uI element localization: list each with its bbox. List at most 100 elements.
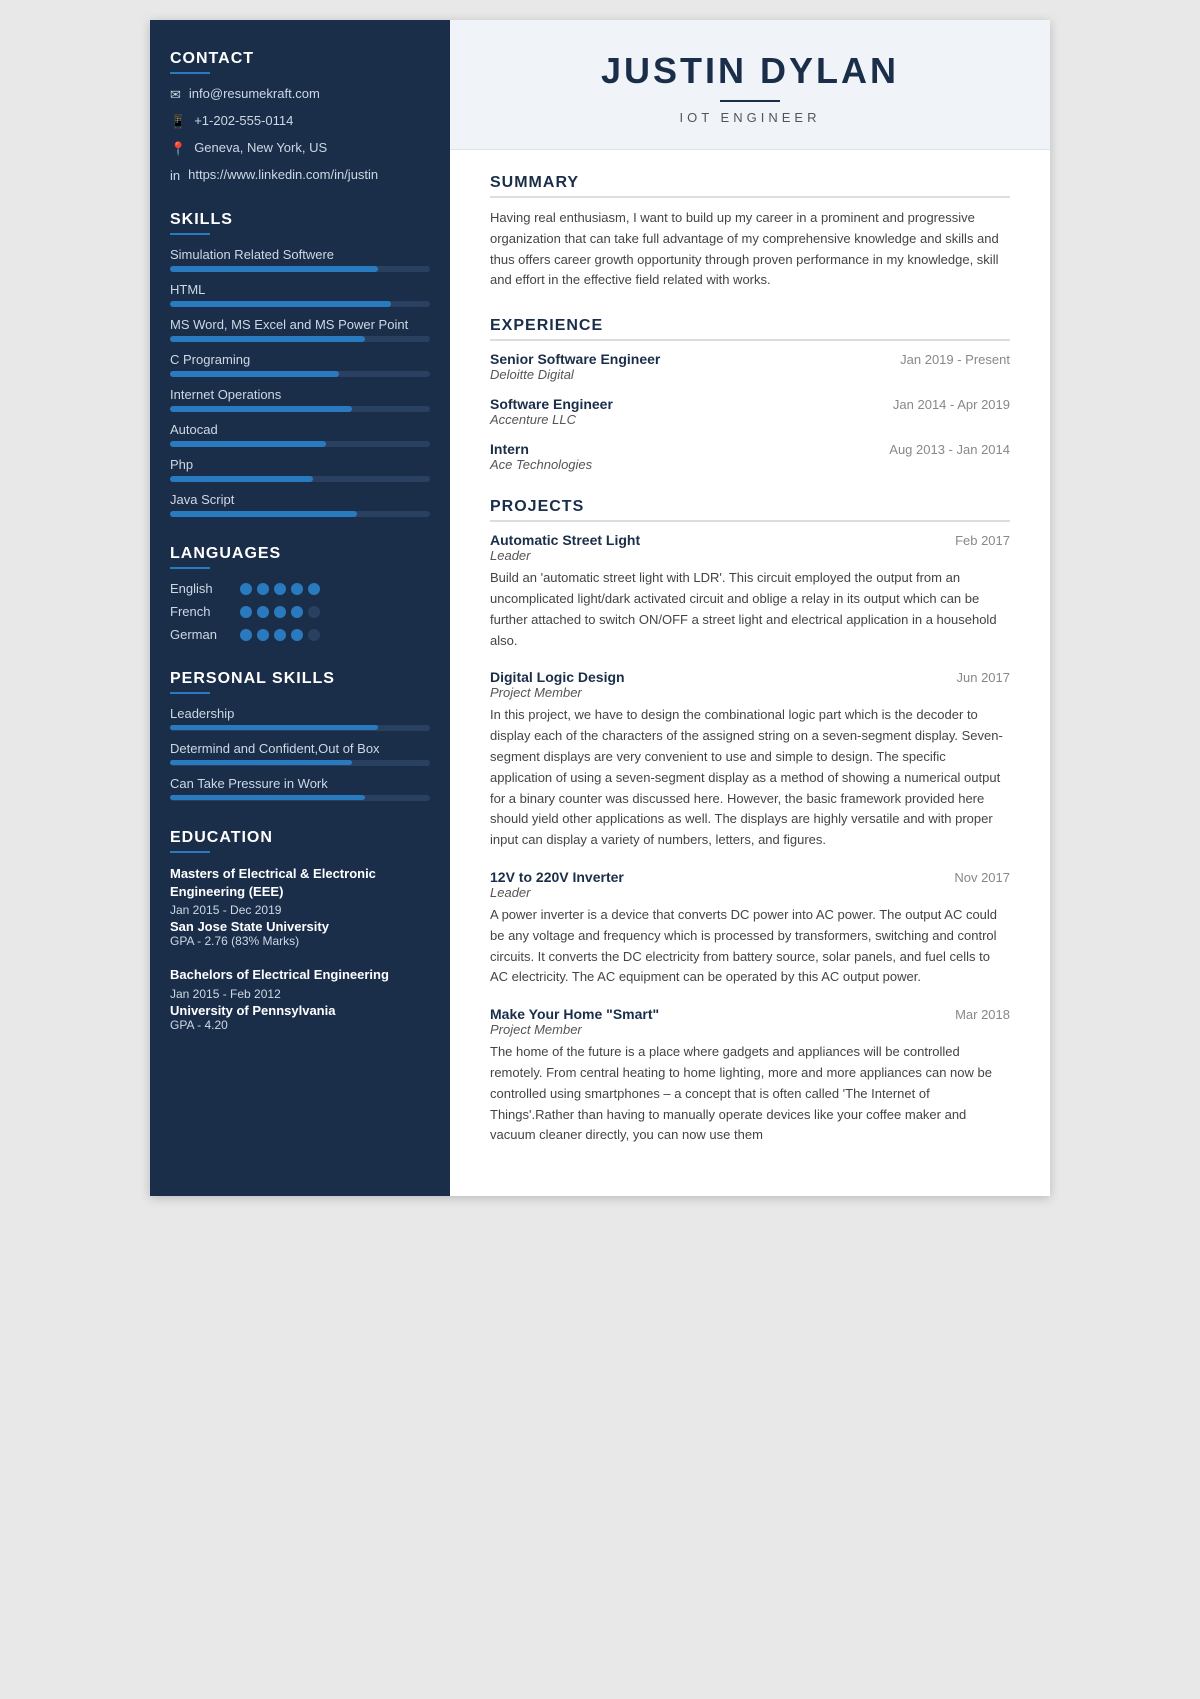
exp-company: Ace Technologies — [490, 457, 1010, 472]
lang-dots — [240, 629, 320, 641]
lang-name: French — [170, 604, 240, 619]
edu-gpa: GPA - 4.20 — [170, 1018, 430, 1032]
project-role: Leader — [490, 548, 1010, 563]
project-desc: The home of the future is a place where … — [490, 1042, 1010, 1146]
skill-item: HTML — [170, 282, 430, 307]
project-desc: Build an 'automatic street light with LD… — [490, 568, 1010, 651]
skill-item: C Programing — [170, 352, 430, 377]
experience-section: EXPERIENCE Senior Software Engineer Jan … — [490, 317, 1010, 472]
exp-company: Accenture LLC — [490, 412, 1010, 427]
personal-skill-name: Leadership — [170, 706, 430, 721]
candidate-title: IOT ENGINEER — [490, 110, 1010, 125]
project-header: Automatic Street Light Feb 2017 — [490, 532, 1010, 548]
education-title: EDUCATION — [170, 829, 430, 853]
contact-email: ✉ info@resumekraft.com — [170, 86, 430, 103]
skill-bar-fill — [170, 336, 365, 342]
languages-title: LANGUAGES — [170, 545, 430, 569]
language-item: English — [170, 581, 430, 596]
languages-list: English French German — [170, 581, 430, 642]
skill-item: Simulation Related Softwere — [170, 247, 430, 272]
education-section: EDUCATION Masters of Electrical & Electr… — [170, 829, 430, 1032]
skill-bar-bg — [170, 476, 430, 482]
personal-skill-bar — [170, 725, 378, 730]
skill-bar-bg — [170, 441, 430, 447]
education-item: Bachelors of Electrical Engineering Jan … — [170, 966, 430, 1031]
exp-role: Software Engineer — [490, 396, 613, 412]
skill-item: Php — [170, 457, 430, 482]
project-name: 12V to 220V Inverter — [490, 869, 624, 885]
skill-name: Simulation Related Softwere — [170, 247, 430, 262]
lang-dot — [308, 583, 320, 595]
lang-dot — [308, 629, 320, 641]
personal-skills-section: PERSONAL SKILLS Leadership Determind and… — [170, 670, 430, 801]
skills-title: SKILLS — [170, 211, 430, 235]
project-name: Digital Logic Design — [490, 669, 625, 685]
lang-dot — [240, 606, 252, 618]
contact-phone: 📱 +1-202-555-0114 — [170, 113, 430, 130]
lang-dot — [240, 583, 252, 595]
project-item: Digital Logic Design Jun 2017 Project Me… — [490, 669, 1010, 851]
lang-dots — [240, 583, 320, 595]
edu-degree: Masters of Electrical & Electronic Engin… — [170, 865, 430, 901]
main-body: SUMMARY Having real enthusiasm, I want t… — [450, 150, 1050, 1196]
exp-company: Deloitte Digital — [490, 367, 1010, 382]
edu-date: Jan 2015 - Dec 2019 — [170, 903, 430, 917]
project-date: Nov 2017 — [954, 870, 1010, 885]
experience-title: EXPERIENCE — [490, 317, 1010, 341]
skill-bar-fill — [170, 301, 391, 307]
lang-dot — [274, 583, 286, 595]
name-divider — [720, 100, 780, 102]
contact-linkedin: in https://www.linkedin.com/in/justin — [170, 167, 430, 183]
skill-item: Internet Operations — [170, 387, 430, 412]
project-header: 12V to 220V Inverter Nov 2017 — [490, 869, 1010, 885]
exp-header: Senior Software Engineer Jan 2019 - Pres… — [490, 351, 1010, 367]
lang-dot — [257, 629, 269, 641]
project-date: Mar 2018 — [955, 1007, 1010, 1022]
project-item: 12V to 220V Inverter Nov 2017 Leader A p… — [490, 869, 1010, 988]
lang-name: German — [170, 627, 240, 642]
personal-skill-item: Leadership — [170, 706, 430, 731]
project-name: Automatic Street Light — [490, 532, 640, 548]
project-item: Automatic Street Light Feb 2017 Leader B… — [490, 532, 1010, 651]
language-item: French — [170, 604, 430, 619]
experience-list: Senior Software Engineer Jan 2019 - Pres… — [490, 351, 1010, 472]
contact-section: CONTACT ✉ info@resumekraft.com 📱 +1-202-… — [170, 50, 430, 183]
personal-skills-title: PERSONAL SKILLS — [170, 670, 430, 694]
personal-skill-bar — [170, 795, 365, 800]
skill-item: MS Word, MS Excel and MS Power Point — [170, 317, 430, 342]
projects-list: Automatic Street Light Feb 2017 Leader B… — [490, 532, 1010, 1146]
skill-bar-fill — [170, 476, 313, 482]
languages-section: LANGUAGES English French German — [170, 545, 430, 642]
edu-date: Jan 2015 - Feb 2012 — [170, 987, 430, 1001]
email-icon: ✉ — [170, 87, 181, 103]
skills-list: Simulation Related Softwere HTML MS Word… — [170, 247, 430, 517]
contact-title: CONTACT — [170, 50, 430, 74]
main-header: JUSTIN DYLAN IOT ENGINEER — [450, 20, 1050, 150]
experience-item: Software Engineer Jan 2014 - Apr 2019 Ac… — [490, 396, 1010, 427]
personal-skill-name: Determind and Confident,Out of Box — [170, 741, 430, 756]
skill-bar-fill — [170, 266, 378, 272]
project-header: Digital Logic Design Jun 2017 — [490, 669, 1010, 685]
lang-dot — [291, 583, 303, 595]
personal-skill-bar — [170, 760, 352, 765]
personal-skills-list: Leadership Determind and Confident,Out o… — [170, 706, 430, 801]
language-item: German — [170, 627, 430, 642]
skill-bar-bg — [170, 371, 430, 377]
lang-dot — [240, 629, 252, 641]
exp-header: Software Engineer Jan 2014 - Apr 2019 — [490, 396, 1010, 412]
personal-skill-bar-bg — [170, 725, 430, 731]
lang-dot — [291, 629, 303, 641]
skill-bar-bg — [170, 266, 430, 272]
project-date: Feb 2017 — [955, 533, 1010, 548]
personal-skill-bar-bg — [170, 795, 430, 801]
lang-dot — [257, 606, 269, 618]
lang-name: English — [170, 581, 240, 596]
project-name: Make Your Home "Smart" — [490, 1006, 659, 1022]
summary-section: SUMMARY Having real enthusiasm, I want t… — [490, 174, 1010, 291]
project-role: Leader — [490, 885, 1010, 900]
edu-university: University of Pennsylvania — [170, 1003, 430, 1018]
lang-dots — [240, 606, 320, 618]
linkedin-icon: in — [170, 168, 180, 183]
project-role: Project Member — [490, 685, 1010, 700]
exp-date: Aug 2013 - Jan 2014 — [889, 442, 1010, 457]
